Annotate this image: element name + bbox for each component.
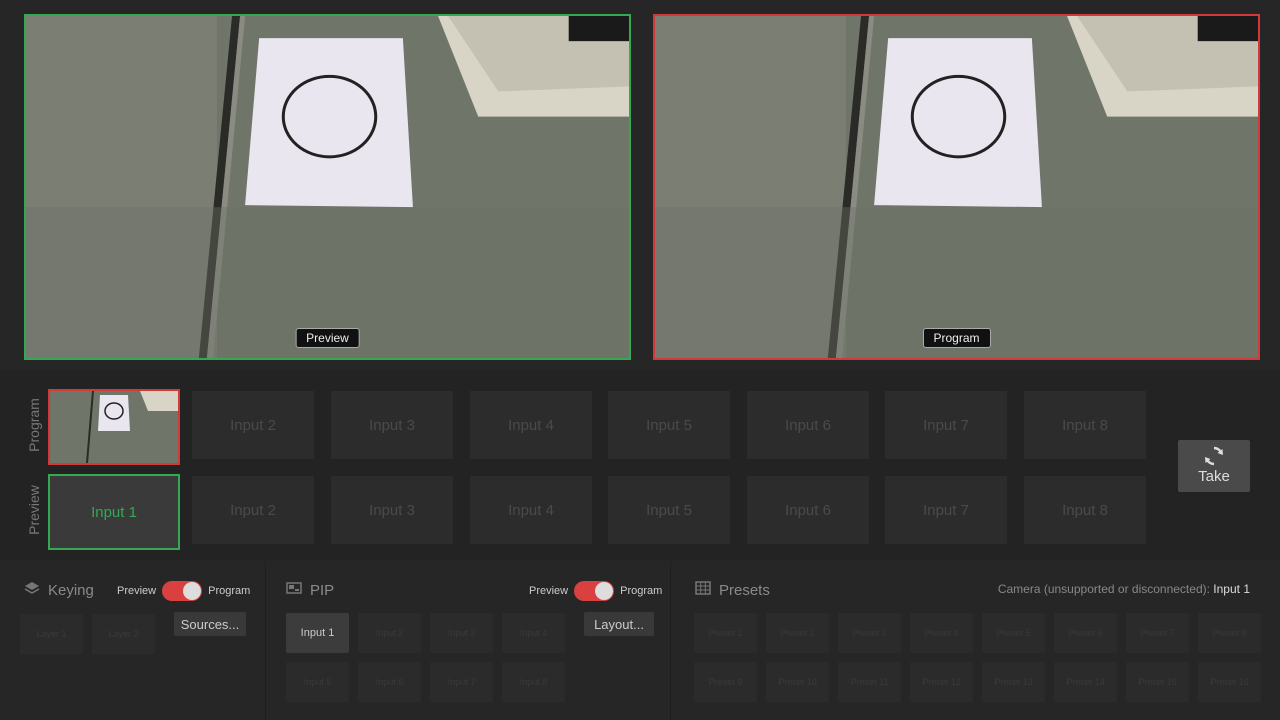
preset-14[interactable]: Preset 14 <box>1054 662 1117 702</box>
camera-status: Camera (unsupported or disconnected): In… <box>998 582 1250 596</box>
preview-input-8[interactable]: Input 8 <box>1024 476 1146 544</box>
keying-layer-2[interactable]: Layer 2 <box>92 614 155 654</box>
sources-button[interactable]: Sources... <box>174 612 246 636</box>
layers-icon <box>24 580 40 600</box>
preview-input-2[interactable]: Input 2 <box>192 476 314 544</box>
keying-toggle-switch[interactable] <box>162 581 203 601</box>
pip-toggle-switch[interactable] <box>574 581 615 601</box>
pip-target-toggle: Preview Program <box>529 581 662 601</box>
pip-input-6[interactable]: Input 6 <box>358 662 421 702</box>
keying-title: Keying <box>24 580 94 600</box>
pip-input-3[interactable]: Input 3 <box>430 613 493 653</box>
program-input-4[interactable]: Input 4 <box>470 391 592 459</box>
camera-status-value: Input 1 <box>1213 582 1250 596</box>
keying-layer-1[interactable]: Layer 1 <box>20 614 83 654</box>
preset-16[interactable]: Preset 16 <box>1198 662 1261 702</box>
program-input-8[interactable]: Input 8 <box>1024 391 1146 459</box>
program-input-1-image <box>50 391 178 463</box>
program-monitor-label: Program <box>922 328 991 348</box>
preview-input-6[interactable]: Input 6 <box>747 476 869 544</box>
preset-1[interactable]: Preset 1 <box>694 613 757 653</box>
program-input-7[interactable]: Input 7 <box>885 391 1007 459</box>
preset-6[interactable]: Preset 6 <box>1054 613 1117 653</box>
refresh-icon <box>1178 444 1250 468</box>
preset-11[interactable]: Preset 11 <box>838 662 901 702</box>
pip-input-7[interactable]: Input 7 <box>430 662 493 702</box>
program-input-2[interactable]: Input 2 <box>192 391 314 459</box>
preset-7[interactable]: Preset 7 <box>1126 613 1189 653</box>
pip-input-2[interactable]: Input 2 <box>358 613 421 653</box>
preset-10[interactable]: Preset 10 <box>766 662 829 702</box>
keying-title-label: Keying <box>48 581 94 599</box>
preview-input-3[interactable]: Input 3 <box>331 476 453 544</box>
keying-toggle-program-label: Program <box>208 585 251 597</box>
layout-button[interactable]: Layout... <box>584 612 654 636</box>
pip-toggle-knob <box>595 582 614 600</box>
program-video-frame <box>655 16 1258 358</box>
pip-input-1[interactable]: Input 1 <box>286 613 349 653</box>
pip-toggle-program-label: Program <box>620 585 663 597</box>
keying-toggle-knob <box>183 582 202 600</box>
preset-13[interactable]: Preset 13 <box>982 662 1045 702</box>
preview-input-7[interactable]: Input 7 <box>885 476 1007 544</box>
program-monitor: Program <box>653 14 1260 360</box>
pip-input-5[interactable]: Input 5 <box>286 662 349 702</box>
preview-monitor-label: Preview <box>295 328 360 348</box>
keying-toggle-preview-label: Preview <box>117 585 157 597</box>
program-input-6[interactable]: Input 6 <box>747 391 869 459</box>
pip-icon <box>286 580 302 600</box>
preview-row-label: Preview <box>26 485 42 535</box>
preview-monitor: Preview <box>24 14 631 360</box>
keying-target-toggle: Preview Program <box>117 581 250 601</box>
preview-input-4[interactable]: Input 4 <box>470 476 592 544</box>
grid-icon <box>695 580 711 600</box>
program-input-5[interactable]: Input 5 <box>608 391 730 459</box>
preview-input-1[interactable]: Input 1 <box>48 474 180 550</box>
preset-5[interactable]: Preset 5 <box>982 613 1045 653</box>
program-input-1-thumbnail[interactable] <box>48 389 180 465</box>
preset-8[interactable]: Preset 8 <box>1198 613 1261 653</box>
pip-input-4[interactable]: Input 4 <box>502 613 565 653</box>
preset-2[interactable]: Preset 2 <box>766 613 829 653</box>
pip-title: PIP <box>286 580 334 600</box>
presets-title: Presets <box>695 580 770 600</box>
program-input-3[interactable]: Input 3 <box>331 391 453 459</box>
preset-4[interactable]: Preset 4 <box>910 613 973 653</box>
keying-panel: Keying Preview Program Layer 1 Layer 2 S… <box>0 562 266 720</box>
pip-input-8[interactable]: Input 8 <box>502 662 565 702</box>
preview-input-5[interactable]: Input 5 <box>608 476 730 544</box>
presets-title-label: Presets <box>719 581 770 599</box>
preview-video-frame <box>26 16 629 358</box>
pip-panel: PIP Preview Program Input 1 Input 2 Inpu… <box>266 562 671 720</box>
pip-toggle-preview-label: Preview <box>529 585 569 597</box>
pip-title-label: PIP <box>310 581 335 599</box>
take-label: Take <box>1198 468 1230 485</box>
preset-3[interactable]: Preset 3 <box>838 613 901 653</box>
camera-status-label: Camera (unsupported or disconnected): <box>997 582 1210 596</box>
take-button[interactable]: Take <box>1178 440 1250 492</box>
presets-panel: Presets Camera (unsupported or disconnec… <box>671 562 1280 720</box>
preset-12[interactable]: Preset 12 <box>910 662 973 702</box>
preset-9[interactable]: Preset 9 <box>694 662 757 702</box>
preset-15[interactable]: Preset 15 <box>1126 662 1189 702</box>
program-row-label: Program <box>26 398 42 452</box>
